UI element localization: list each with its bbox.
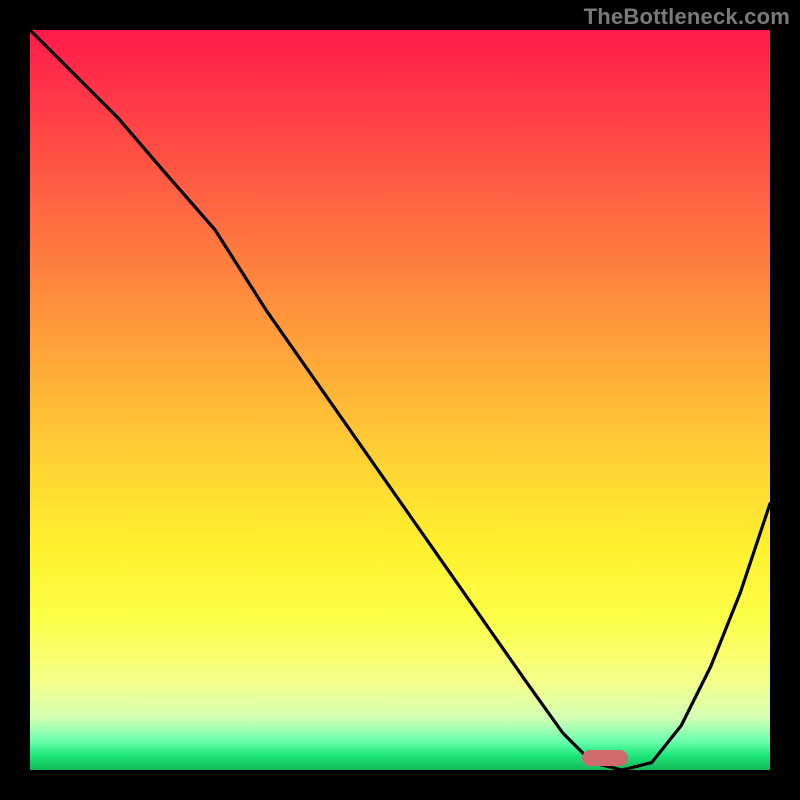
watermark-text: TheBottleneck.com xyxy=(584,4,790,30)
bottleneck-curve xyxy=(30,30,770,770)
chart-frame: TheBottleneck.com xyxy=(0,0,800,800)
optimal-point-marker xyxy=(582,750,628,766)
